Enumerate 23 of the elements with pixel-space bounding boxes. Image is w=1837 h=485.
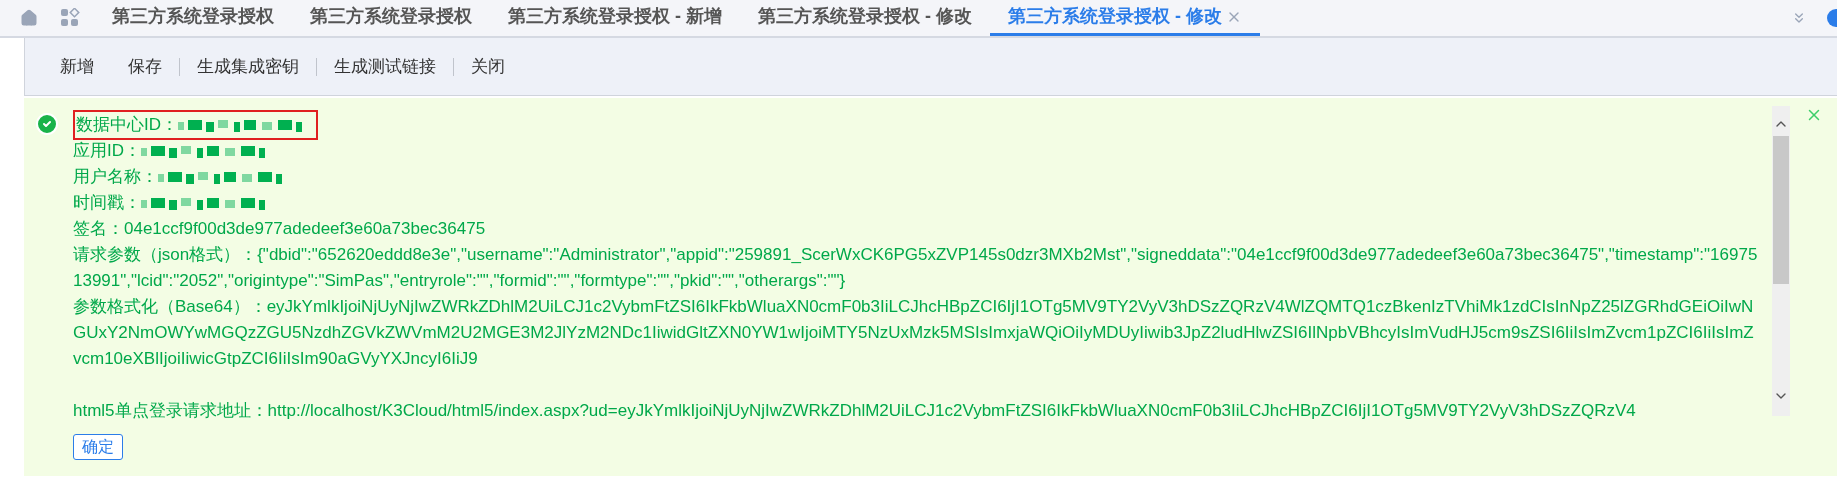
toolbar-button[interactable]: 生成测试链接: [317, 53, 453, 80]
field-label: 应用ID：: [73, 140, 141, 162]
toolbar-button[interactable]: 关闭: [454, 53, 522, 80]
field-label: 时间戳：: [73, 192, 141, 214]
message-text: 签名：04e1ccf9f00d3de977adedeef3e60a73bec36475: [73, 218, 487, 240]
toolbar-button[interactable]: 新增: [43, 53, 111, 80]
scrollbar[interactable]: [1772, 106, 1790, 416]
tab[interactable]: 第三方系统登录授权: [292, 0, 490, 36]
field-label: 数据中心ID：: [76, 114, 178, 136]
toolbar-button[interactable]: 保存: [111, 53, 179, 80]
success-icon: [35, 112, 59, 136]
tab[interactable]: 第三方系统登录授权 - 修改: [740, 0, 990, 36]
field-label: 用户名称：: [73, 166, 158, 188]
message-text: 参数格式化（Base64）：eyJkYmlkIjoiNjUyNjIwZWRkZDhlM2UiLCJ1c2VybmFtZSI6IkFkbWluaXN0cmF0b3IiLCJhcHBpZCI6IjI1OTg5MV9TY2VyV3hDSzZQRzV4WlZQMTQ1czBkenIzTVhiMk1zdCIsInNpZ25lZGRhdGEiOiIwNGUxY2NmOWYwMGQzZGU5NzdhZGVkZWVmM2U2MGE3M2JlYzM2NDc1IiwidGltZXN0YW1wIjoiMTY5NzUxMzk5MSIsImxjaWQiOiIyMDUyIiwib3JpZ2ludHlwZSI6IlNpbVBhcyIsImVudHJ5cm9sZSI6IiIsImZvcm1pZCI6IiIsImZvcm10eXBlIjoiIiwicGtpZCI6IiIsIm90aGVyYXJncyI6IiJ9: [73, 296, 1755, 370]
message-text: 请求参数（json格式）：{"dbid":"652620eddd8e3e","username":"Administrator","appid":"259891_ScerWxCK6PG5xZVP145s0dzr3MXb2Mst","signeddata":"04e1ccf9f00d3de977adedeef3e60a73bec36475","timestamp":"1697513991","lcid":"2052","origintype":"SimPas","entryrole":"","formid":"","formtype":"","pkid":"","otherargs":""}: [73, 244, 1758, 292]
home-icon[interactable]: [20, 9, 38, 27]
confirm-button[interactable]: 确定: [73, 434, 123, 460]
message-text: html5单点登录请求地址：http://localhost/K3Cloud/html5/index.aspx?ud=eyJkYmlkIjoiNjUyNjIwZWRkZDhlM2UiLCJ1c2VybmFtZSI6IkFkbWluaXN0cmF0b3IiLCJhcHBpZCI6IjI1OTg5MV9TY2VyV3hDSzZQRzV4: [73, 400, 1637, 422]
tab[interactable]: 第三方系统登录授权 - 新增: [490, 0, 740, 36]
apps-icon[interactable]: [60, 8, 80, 28]
scrollbar-thumb[interactable]: [1773, 136, 1789, 284]
toolbar-button[interactable]: 生成集成密钥: [180, 53, 316, 80]
tab[interactable]: 第三方系统登录授权: [94, 0, 292, 36]
